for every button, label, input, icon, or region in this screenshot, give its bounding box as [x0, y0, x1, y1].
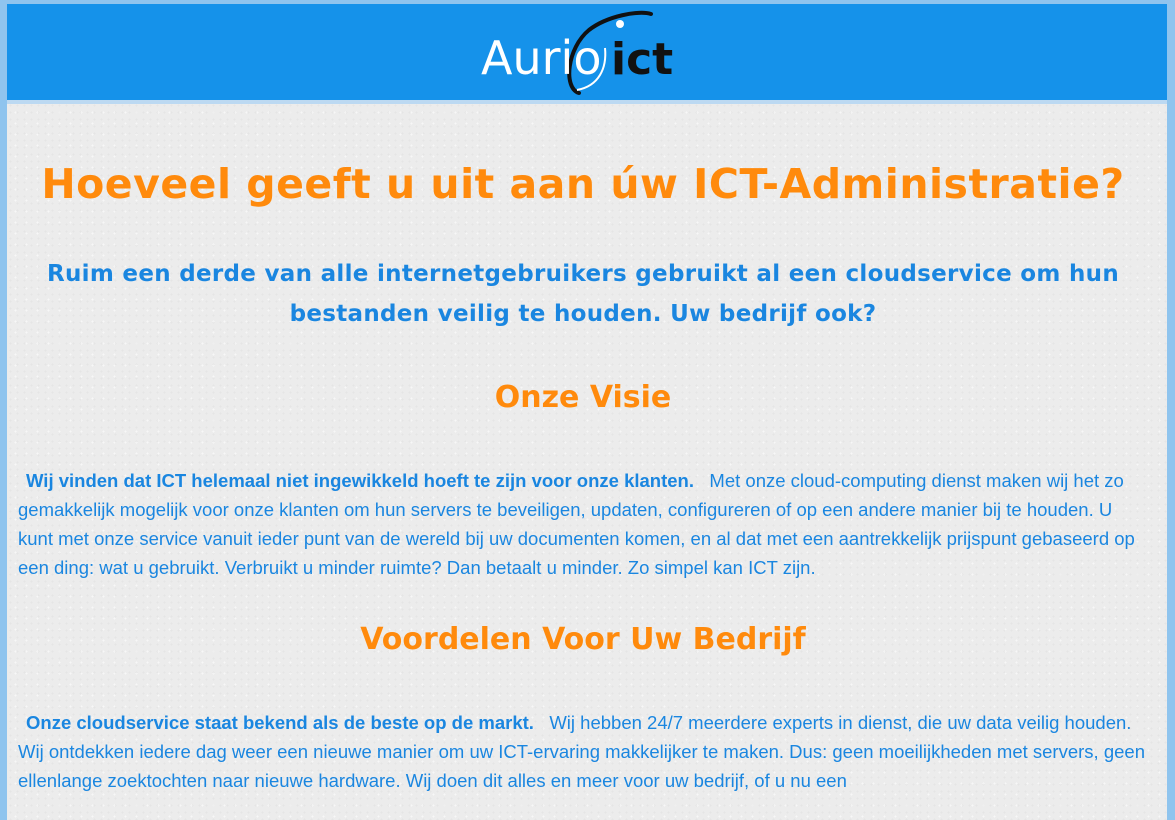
logo-text-aurio: Aurio [481, 31, 601, 85]
page-subheadline: Ruim een derde van alle internetgebruike… [46, 261, 1119, 327]
site-header: Aurio ict [7, 4, 1167, 104]
paragraph-lead: Wij vinden dat ICT helemaal niet ingewik… [26, 470, 694, 491]
page-frame: Aurio ict Hoeveel geeft u uit aan úw ICT… [7, 4, 1167, 820]
section-title-voordelen: Voordelen Voor Uw Bedrijf [360, 622, 806, 657]
logo-text-ict: ict [611, 34, 673, 85]
section-paragraph-voordelen: Onze cloudservice staat bekend als de be… [18, 708, 1148, 795]
aurio-ict-logo-icon: Aurio ict [481, 10, 673, 95]
paragraph-lead: Onze cloudservice staat bekend als de be… [26, 712, 534, 733]
section-paragraph-visie: Wij vinden dat ICT helemaal niet ingewik… [18, 466, 1148, 582]
page-headline: Hoeveel geeft u uit aan úw ICT-Administr… [41, 160, 1125, 208]
section-title-visie: Onze Visie [494, 380, 672, 415]
site-logo[interactable]: Aurio ict [479, 8, 689, 98]
main-content: Hoeveel geeft u uit aan úw ICT-Administr… [18, 104, 1148, 795]
